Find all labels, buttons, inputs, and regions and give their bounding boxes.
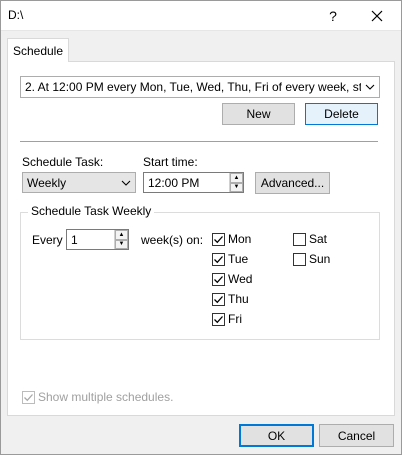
stepper-down-icon[interactable]: ▼: [115, 239, 128, 249]
day-label: Mon: [228, 232, 252, 246]
day-label: Sat: [309, 232, 328, 246]
schedule-select[interactable]: 2. At 12:00 PM every Mon, Tue, Wed, Thu,…: [20, 76, 380, 98]
schedule-task-label: Schedule Task:: [22, 155, 104, 169]
day-checkbox-fri[interactable]: Fri: [212, 312, 242, 326]
delete-button[interactable]: Delete: [305, 103, 378, 125]
close-button[interactable]: [354, 0, 400, 31]
chevron-down-icon: [361, 77, 379, 97]
start-time-stepper[interactable]: ▲ ▼: [229, 173, 243, 192]
checkbox-box[interactable]: [212, 252, 225, 266]
checkmark-icon: [214, 275, 223, 283]
day-checkbox-tue[interactable]: Tue: [212, 252, 248, 266]
checkbox-box[interactable]: [212, 232, 225, 246]
start-time-input[interactable]: 12:00 PM ▲ ▼: [143, 172, 244, 193]
checkmark-icon: [214, 235, 223, 243]
checkmark-icon: [214, 255, 223, 263]
delete-button-label: Delete: [324, 107, 359, 121]
start-time-value: 12:00 PM: [148, 175, 200, 190]
checkmark-icon: [214, 315, 223, 323]
tab-schedule[interactable]: Schedule: [7, 38, 69, 62]
window-title: D:\: [8, 8, 24, 22]
checkbox-box[interactable]: [293, 252, 306, 266]
every-weeks-stepper[interactable]: ▲ ▼: [114, 230, 128, 249]
help-button[interactable]: ?: [310, 0, 356, 31]
tab-schedule-label: Schedule: [12, 43, 64, 58]
ok-button-label: OK: [267, 428, 286, 443]
stepper-down-icon[interactable]: ▼: [230, 182, 243, 192]
advanced-button-label: Advanced...: [260, 176, 325, 190]
checkbox-box[interactable]: [212, 292, 225, 306]
chevron-down-icon: [117, 173, 135, 192]
schedule-task-value: Weekly: [27, 175, 67, 190]
separator: [20, 141, 378, 142]
title-bar: D:\ ?: [0, 0, 402, 31]
cancel-button[interactable]: Cancel: [319, 424, 394, 447]
ok-button[interactable]: OK: [239, 424, 314, 447]
cancel-button-label: Cancel: [337, 428, 376, 443]
schedule-task-select[interactable]: Weekly: [22, 172, 136, 193]
day-label: Fri: [228, 312, 242, 326]
checkbox-box[interactable]: [212, 272, 225, 286]
stepper-up-icon[interactable]: ▲: [230, 173, 243, 183]
show-multiple-schedules-checkbox[interactable]: Show multiple schedules.: [22, 390, 173, 404]
day-label: Tue: [228, 252, 249, 266]
checkmark-icon: [214, 295, 223, 303]
start-time-label: Start time:: [143, 155, 198, 169]
checkmark-icon: [24, 393, 33, 401]
day-label: Sun: [309, 252, 331, 266]
weekly-group-title: Schedule Task Weekly: [28, 204, 155, 218]
day-checkbox-wed[interactable]: Wed: [212, 272, 252, 286]
close-icon: [371, 10, 383, 21]
day-checkbox-sun[interactable]: Sun: [293, 252, 330, 266]
day-label: Wed: [228, 272, 253, 286]
weeks-on-label: week(s) on:: [141, 233, 204, 247]
every-weeks-input[interactable]: 1 ▲ ▼: [66, 229, 129, 250]
stepper-up-icon[interactable]: ▲: [115, 230, 128, 240]
schedule-select-value: 2. At 12:00 PM every Mon, Tue, Wed, Thu,…: [25, 80, 361, 94]
every-weeks-value: 1: [71, 232, 78, 247]
advanced-button[interactable]: Advanced...: [255, 172, 330, 194]
new-button[interactable]: New: [222, 103, 295, 125]
new-button-label: New: [246, 107, 271, 121]
every-label: Every: [32, 233, 63, 247]
checkbox-box[interactable]: [212, 312, 225, 326]
day-checkbox-sat[interactable]: Sat: [293, 232, 327, 246]
checkbox-box[interactable]: [293, 232, 306, 246]
day-checkbox-mon[interactable]: Mon: [212, 232, 251, 246]
checkbox-box[interactable]: [22, 390, 35, 404]
day-checkbox-thu[interactable]: Thu: [212, 292, 249, 306]
show-multiple-schedules-label: Show multiple schedules.: [38, 390, 174, 404]
day-label: Thu: [228, 292, 249, 306]
